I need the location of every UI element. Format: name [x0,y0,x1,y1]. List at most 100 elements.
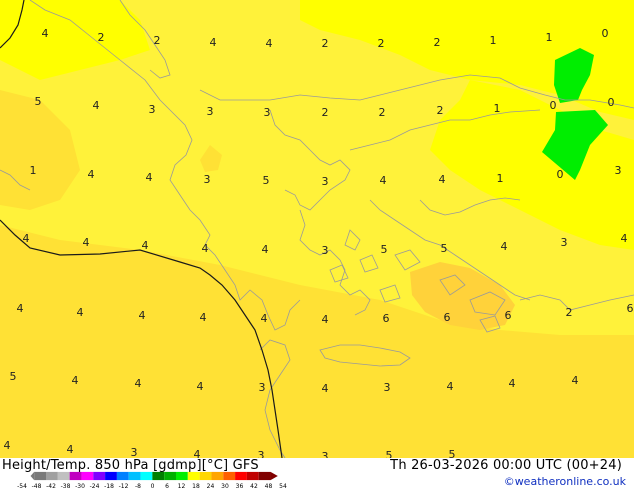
credit-text: ©weatheronline.co.uk [503,475,626,488]
value-label: 4 [262,243,269,256]
color-scale-tick-label: 0 [150,483,155,490]
value-label: 2 [434,36,441,49]
color-scale-tick-label: -24 [89,483,100,490]
value-label: 5 [263,174,270,187]
color-scale-tick-label: 12 [177,483,186,490]
color-scale-tick-label: -38 [60,483,71,490]
color-scale-cell [176,471,188,481]
color-scale-cell [164,471,176,481]
color-scale-cell [235,471,247,481]
value-label: 4 [139,309,146,322]
value-label: 5 [449,448,456,458]
value-label: 3 [384,381,391,394]
value-label: 4 [194,448,201,458]
value-label: 0 [557,168,564,181]
color-scale-cell [93,471,106,481]
value-label: 6 [444,311,451,324]
value-label: 3 [615,164,622,177]
value-label: 2 [322,37,329,50]
color-scale-tick-label: -54 [17,483,27,490]
value-label: 2 [378,37,385,50]
value-label: 4 [322,313,329,326]
color-scale-tick-label: 36 [235,483,244,490]
value-label: 3 [322,244,329,257]
value-label: 3 [259,381,266,394]
value-label: 4 [439,173,446,186]
value-label: 1 [490,34,497,47]
value-label: 3 [204,173,211,186]
value-label: 3 [149,103,156,116]
value-label: 4 [23,232,30,245]
map-footer: Height/Temp. 850 hPa [gdmp][°C] GFS Th 2… [0,458,634,490]
value-label: 4 [93,99,100,112]
color-scale-cell [128,471,141,481]
value-label: 4 [501,240,508,253]
value-label: 6 [383,312,390,325]
color-scale-tick-label: -30 [75,483,85,490]
color-scale-cell [69,471,82,481]
value-label: 6 [505,309,512,322]
color-scale-tick-label: 42 [250,483,258,490]
value-label: 2 [437,104,444,117]
value-label: 3 [561,236,568,249]
value-label: 2 [154,34,161,47]
forecast-time: Th 26-03-2026 00:00 UTC (00+24) [390,458,622,473]
color-scale-cell [199,471,212,481]
color-scale-tick-label: -18 [104,483,114,490]
color-scale-cell [152,471,165,481]
value-label: 5 [35,95,42,108]
color-scale-cell [140,471,153,481]
value-label: 4 [509,377,516,390]
value-label: 4 [322,382,329,395]
value-label: 3 [322,175,329,188]
color-scale-cell [223,471,236,481]
value-label: 5 [386,449,393,458]
color-scale-cell [57,471,70,481]
value-label: 4 [83,236,90,249]
value-label: 5 [381,243,388,256]
color-scale-tick-label: 48 [264,483,273,490]
value-label: 1 [30,164,37,177]
color-scale-cell [105,471,117,481]
value-label: 3 [258,449,265,458]
value-label: 1 [494,102,501,115]
color-scale-cell [116,471,129,481]
color-scale-left-arrow [30,471,35,481]
value-label: 0 [608,96,615,109]
value-label: 2 [566,306,573,319]
color-scale-tick-label: -42 [46,483,56,490]
value-label: 0 [602,27,609,40]
value-label: 4 [447,380,454,393]
color-scale-cell [258,471,271,481]
value-label: 4 [202,242,209,255]
value-label: 4 [88,168,95,181]
value-label: 0 [550,99,557,112]
value-label: 4 [146,171,153,184]
value-label: 4 [210,36,217,49]
color-scale-tick-label: 54 [279,483,287,490]
value-label: 1 [546,31,553,44]
value-label: 3 [207,105,214,118]
value-label: 3 [131,446,138,458]
color-scale-cell [187,471,200,481]
color-scale-cell [211,471,224,481]
value-label: 4 [72,374,79,387]
value-label: 4 [135,377,142,390]
color-scale-tick-label: 30 [221,483,229,490]
value-label: 4 [42,27,49,40]
color-scale-tick-label: 18 [192,483,200,490]
color-scale-cell [34,471,46,481]
color-scale-cell [246,471,259,481]
color-scale-cell [46,471,58,481]
value-label: 3 [264,106,271,119]
value-label: 1 [497,172,504,185]
value-label: 3 [322,450,329,458]
color-scale-tick-label: -8 [135,483,141,490]
value-label: 5 [10,370,17,383]
value-label: 4 [142,239,149,252]
value-label: 2 [98,31,105,44]
value-label: 6 [627,302,634,315]
value-label: 4 [197,380,204,393]
color-scale-right-arrow [270,471,278,481]
color-scale-bar [30,471,278,481]
